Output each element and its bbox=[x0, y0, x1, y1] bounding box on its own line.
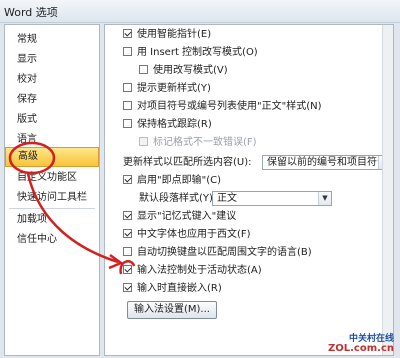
highlight-hook-icon bbox=[119, 260, 136, 275]
highlight-circle-icon bbox=[8, 141, 56, 175]
annotation-overlay bbox=[8, 141, 136, 275]
watermark-logo: 中关村在线 ZOL.com.cn bbox=[328, 334, 394, 354]
watermark-line2: ZOL.com.cn bbox=[328, 343, 394, 354]
arrow-curve-icon bbox=[26, 173, 119, 264]
